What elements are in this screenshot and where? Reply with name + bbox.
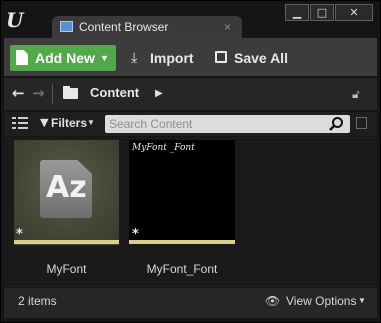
minimize-button[interactable]: ▁ bbox=[285, 4, 309, 21]
toggle-line bbox=[12, 117, 16, 119]
toggle-line bbox=[18, 127, 28, 129]
toggle-line bbox=[12, 122, 16, 124]
path-bar bbox=[4, 78, 377, 110]
import-button[interactable]: Import bbox=[150, 49, 194, 67]
tab-label: Content Browser bbox=[79, 20, 169, 34]
asset-name[interactable]: MyFont bbox=[14, 261, 119, 277]
folder-icon bbox=[63, 88, 78, 99]
font-glyph: Az bbox=[46, 170, 87, 205]
filters-button[interactable]: Filters bbox=[51, 115, 87, 131]
search-placeholder: Search Content bbox=[109, 117, 193, 131]
content-browser-icon bbox=[60, 21, 73, 32]
close-window-button[interactable]: ✕ bbox=[335, 4, 373, 21]
lock-icon[interactable]: 🔓︎ bbox=[352, 86, 360, 102]
search-icon[interactable] bbox=[328, 116, 344, 132]
import-icon[interactable]: ⤓ bbox=[131, 50, 137, 66]
chevron-down-icon: ▼ bbox=[100, 53, 109, 63]
asset-type-bar bbox=[129, 240, 235, 244]
filter-icon[interactable]: ▼ bbox=[40, 116, 48, 130]
tab-close-icon[interactable]: × bbox=[224, 18, 231, 36]
asset-name[interactable]: MyFont_Font bbox=[125, 261, 239, 277]
chevron-down-icon[interactable]: ▼ bbox=[358, 295, 366, 307]
path-divider bbox=[52, 84, 53, 104]
unsaved-asterisk-icon: * bbox=[16, 227, 23, 242]
font-preview-text: MyFont _Font bbox=[132, 143, 195, 153]
asset-tile-myfont-font[interactable] bbox=[129, 140, 235, 240]
sources-panel-toggle-icon[interactable] bbox=[12, 116, 28, 130]
chevron-right-icon[interactable]: ▶ bbox=[155, 86, 163, 102]
add-new-label: Add New bbox=[35, 50, 95, 66]
asset-type-bar bbox=[14, 240, 119, 244]
view-options-button[interactable]: View Options bbox=[286, 293, 356, 309]
toggle-line bbox=[18, 117, 28, 119]
maximize-button[interactable]: □ bbox=[310, 4, 334, 21]
breadcrumb-content[interactable]: Content bbox=[90, 85, 139, 101]
eye-icon[interactable]: 👁︎ bbox=[265, 294, 280, 308]
toggle-line bbox=[18, 122, 28, 124]
item-count: 2 items bbox=[18, 294, 57, 308]
save-icon[interactable] bbox=[215, 51, 227, 63]
chevron-down-icon[interactable]: ▼ bbox=[87, 117, 95, 129]
unreal-logo-icon: U bbox=[6, 8, 24, 32]
unsaved-asterisk-icon: * bbox=[132, 227, 139, 242]
save-all-button[interactable]: Save All bbox=[234, 49, 288, 67]
toggle-line bbox=[12, 127, 16, 129]
back-arrow-icon[interactable]: ← bbox=[12, 84, 25, 102]
forward-arrow-icon[interactable]: → bbox=[32, 84, 45, 102]
save-search-icon[interactable] bbox=[356, 117, 367, 129]
